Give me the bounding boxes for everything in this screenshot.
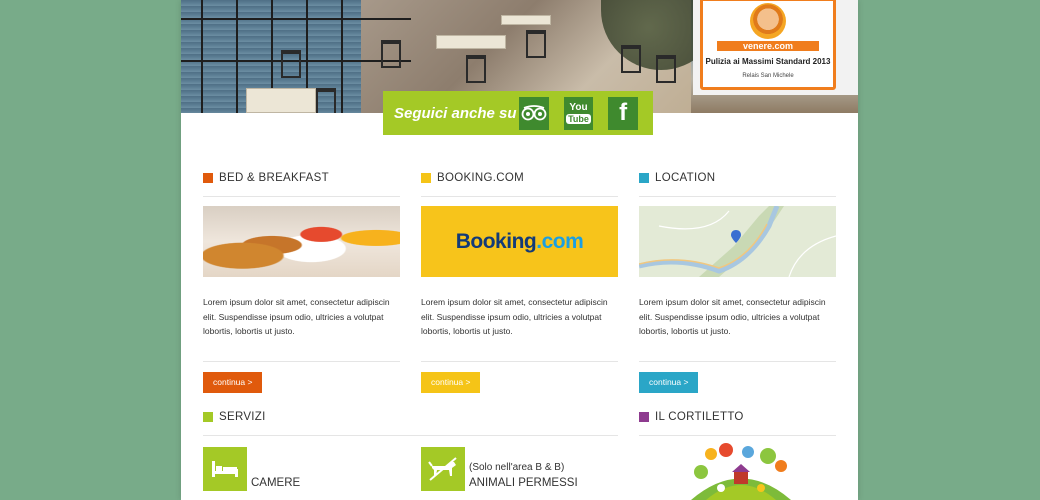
col-bed-breakfast: BED & BREAKFAST Lorem ipsum dolor sit am… xyxy=(203,172,400,393)
youtube-icon: You Tube xyxy=(566,101,591,124)
col-title: BOOKING.COM xyxy=(437,172,525,184)
booking-logo: Booking .com xyxy=(421,206,618,277)
continua-button[interactable]: continua > xyxy=(203,372,263,393)
section-square-icon xyxy=(421,173,431,183)
col-text: Lorem ipsum dolor sit amet, consectetur … xyxy=(421,295,618,362)
col-text: Lorem ipsum dolor sit amet, consectetur … xyxy=(639,295,836,362)
location-map[interactable] xyxy=(639,206,836,277)
service-item-animali[interactable]: (Solo nell'area B & B) ANIMALI PERMESSI xyxy=(421,447,578,491)
service-note: (Solo nell'area B & B) xyxy=(469,462,565,473)
col-title: BED & BREAKFAST xyxy=(219,172,329,184)
award-title: Pulizia ai Massimi Standard 2013 xyxy=(705,57,831,66)
col-booking: BOOKING.COM Booking .com Lorem ipsum dolo… xyxy=(421,172,618,393)
social-bar: Seguici anche su You Tube f xyxy=(383,91,653,135)
cortiletto-illustration[interactable] xyxy=(686,442,796,500)
youtube-button[interactable]: You Tube xyxy=(563,96,594,130)
col-header: BED & BREAKFAST xyxy=(203,172,400,197)
page-container: venere.com Pulizia ai Massimi Standard 2… xyxy=(181,0,858,500)
service-text-block: (Solo nell'area B & B) ANIMALI PERMESSI xyxy=(469,461,578,491)
tripadvisor-button[interactable] xyxy=(518,96,549,130)
col-header: LOCATION xyxy=(639,172,836,197)
social-label: Seguici anche su xyxy=(394,104,517,122)
continua-button[interactable]: continua > xyxy=(639,372,699,393)
service-item-camere[interactable]: CAMERE xyxy=(203,447,300,491)
col-location: LOCATION Lorem ipsum dolor sit amet, con… xyxy=(639,172,836,393)
booking-logo-image[interactable]: Booking .com xyxy=(421,206,618,277)
continua-button[interactable]: continua > xyxy=(421,372,481,393)
cortiletto-header: IL CORTILETTO xyxy=(639,411,836,436)
service-label: CAMERE xyxy=(251,477,301,489)
section-square-icon xyxy=(639,412,649,422)
col-title: LOCATION xyxy=(655,172,716,184)
dog-icon xyxy=(421,447,465,491)
breakfast-image[interactable] xyxy=(203,206,400,277)
services-title: SERVIZI xyxy=(219,411,266,423)
award-brand: venere.com xyxy=(717,41,819,51)
section-square-icon xyxy=(639,173,649,183)
map-graphic xyxy=(639,206,836,277)
award-mascot-icon xyxy=(750,3,786,39)
services-section: SERVIZI xyxy=(203,411,618,436)
section-square-icon xyxy=(203,173,213,183)
award-subtitle: Relais San Michele xyxy=(742,73,794,79)
facebook-icon: f xyxy=(619,99,628,126)
bed-icon xyxy=(203,447,247,491)
award-card: venere.com Pulizia ai Massimi Standard 2… xyxy=(700,0,836,90)
section-square-icon xyxy=(203,412,213,422)
services-header: SERVIZI xyxy=(203,411,618,436)
cortiletto-section: IL CORTILETTO xyxy=(639,411,836,436)
col-header: BOOKING.COM xyxy=(421,172,618,197)
service-label: ANIMALI PERMESSI xyxy=(469,477,578,489)
tripadvisor-icon xyxy=(521,105,547,121)
facebook-button[interactable]: f xyxy=(608,96,638,130)
col-text: Lorem ipsum dolor sit amet, consectetur … xyxy=(203,295,400,362)
cortiletto-title: IL CORTILETTO xyxy=(655,411,744,423)
venere-award-badge[interactable]: venere.com Pulizia ai Massimi Standard 2… xyxy=(693,0,858,95)
